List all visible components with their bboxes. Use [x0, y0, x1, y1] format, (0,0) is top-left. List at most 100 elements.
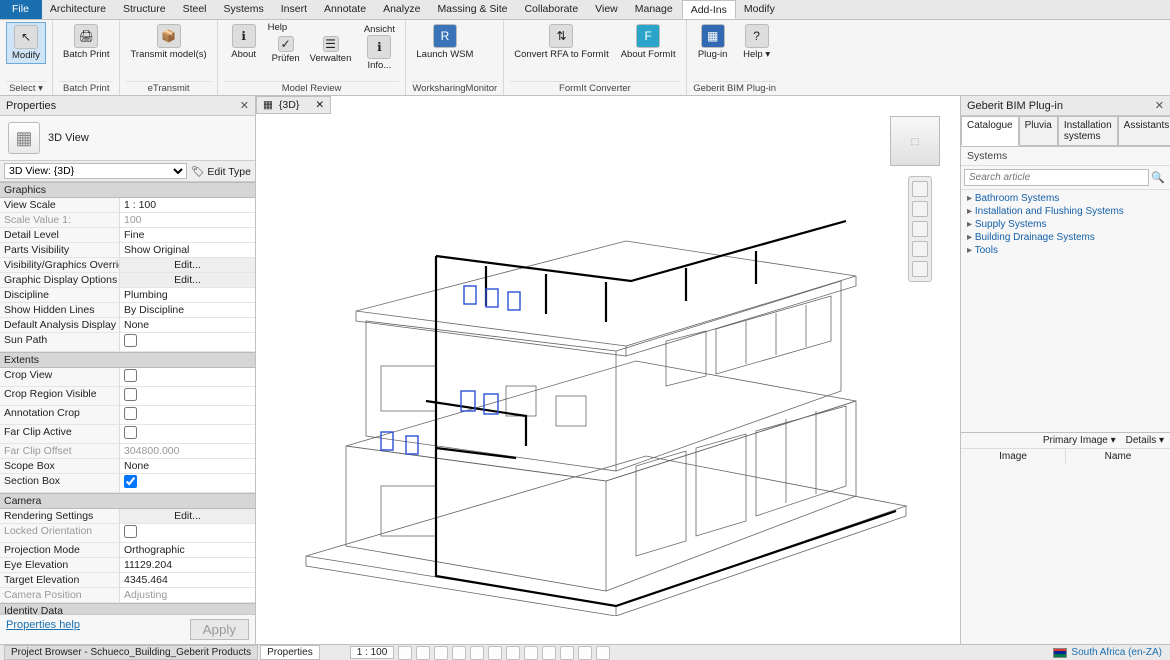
pan-icon[interactable]: [912, 201, 928, 217]
viewcontrol-icon[interactable]: [488, 646, 502, 660]
details-dropdown[interactable]: Details ▾: [1126, 435, 1164, 446]
view-cube[interactable]: ⬚: [890, 116, 940, 166]
group-identity-data[interactable]: Identity Data: [0, 603, 255, 614]
check-icon: ✓: [278, 36, 294, 52]
systems-tree: Bathroom Systems Installation and Flushi…: [961, 190, 1170, 259]
edit-type-button[interactable]: 🏷 Edit Type: [191, 165, 251, 178]
prufen-button[interactable]: ✓ Prüfen: [268, 34, 304, 66]
bottom-tab-project-browser[interactable]: Project Browser - Schueco_Building_Geber…: [4, 645, 258, 660]
close-icon[interactable]: ✕: [1155, 99, 1164, 112]
verwalten-button[interactable]: ☰ Verwalten: [306, 34, 356, 66]
view-type-icon: [8, 122, 40, 154]
modify-button[interactable]: ↖ Modify: [6, 22, 46, 64]
zoom-icon[interactable]: [912, 221, 928, 237]
launch-wsm-button[interactable]: R Launch WSM: [412, 22, 477, 62]
tab-assistants[interactable]: Assistants: [1118, 116, 1170, 146]
tab-systems[interactable]: Systems: [216, 0, 273, 19]
group-graphics[interactable]: Graphics: [0, 182, 255, 198]
checkbox[interactable]: [124, 407, 137, 420]
tab-manage[interactable]: Manage: [627, 0, 682, 19]
apply-button[interactable]: Apply: [190, 619, 249, 640]
tab-pluvia[interactable]: Pluvia: [1019, 116, 1058, 146]
prop-section-box: Section Box: [0, 474, 255, 493]
tab-analyze[interactable]: Analyze: [375, 0, 429, 19]
tab-massing-site[interactable]: Massing & Site: [429, 0, 516, 19]
tab-catalogue[interactable]: Catalogue: [961, 116, 1019, 146]
group-extents[interactable]: Extents: [0, 352, 255, 368]
view-scale-control[interactable]: 1 : 100: [350, 646, 395, 659]
about-formit-button[interactable]: F About FormIt: [617, 22, 680, 62]
prop-rendering-settings: Rendering SettingsEdit...: [0, 509, 255, 524]
3d-view-canvas[interactable]: ▦ {3D} ✕: [256, 96, 960, 644]
viewcontrol-icon[interactable]: [506, 646, 520, 660]
col-name: Name: [1066, 449, 1170, 464]
checkbox[interactable]: [124, 475, 137, 488]
tree-supply[interactable]: Supply Systems: [965, 218, 1166, 231]
tree-flushing[interactable]: Installation and Flushing Systems: [965, 205, 1166, 218]
tree-tools[interactable]: Tools: [965, 244, 1166, 257]
viewcontrol-icon[interactable]: [524, 646, 538, 660]
viewcontrol-icon[interactable]: [398, 646, 412, 660]
bottom-tab-properties[interactable]: Properties: [260, 645, 320, 660]
viewcontrol-icon[interactable]: [542, 646, 556, 660]
tab-collaborate[interactable]: Collaborate: [516, 0, 587, 19]
tab-structure[interactable]: Structure: [115, 0, 175, 19]
info-button[interactable]: Ansicht ℹ Info...: [359, 22, 399, 73]
prop-target-elevation: Target Elevation4345.464: [0, 573, 255, 588]
tab-view[interactable]: View: [587, 0, 627, 19]
viewcontrol-icon[interactable]: [434, 646, 448, 660]
status-bar: Project Browser - Schueco_Building_Geber…: [0, 644, 1170, 660]
tab-file[interactable]: File: [0, 0, 42, 19]
prop-scope-box: Scope BoxNone: [0, 459, 255, 474]
viewcontrol-icon[interactable]: [596, 646, 610, 660]
locale-indicator[interactable]: South Africa (en-ZA): [1053, 647, 1170, 658]
checkbox[interactable]: [124, 369, 137, 382]
view-tab[interactable]: ▦ {3D} ✕: [256, 96, 331, 114]
tree-drainage[interactable]: Building Drainage Systems: [965, 231, 1166, 244]
menu-bar: File Architecture Structure Steel System…: [0, 0, 1170, 20]
steering-wheel-icon[interactable]: [912, 181, 928, 197]
view-type-label: 3D View: [48, 132, 89, 144]
checkbox[interactable]: [124, 388, 137, 401]
instance-selector[interactable]: 3D View: {3D}: [4, 163, 187, 179]
viewcontrol-icon[interactable]: [560, 646, 574, 660]
properties-help-link[interactable]: Properties help: [6, 619, 80, 640]
help-dropdown[interactable]: ? Help ▾: [737, 22, 777, 62]
prop-crop-region-visible: Crop Region Visible: [0, 387, 255, 406]
batch-print-button[interactable]: 🖨 Batch Print: [59, 22, 113, 62]
viewcontrol-icon[interactable]: [416, 646, 430, 660]
plugin-button[interactable]: ▦ Plug-in: [693, 22, 733, 62]
lookaround-icon[interactable]: [912, 261, 928, 277]
viewcontrol-icon[interactable]: [578, 646, 592, 660]
tab-annotate[interactable]: Annotate: [316, 0, 375, 19]
tab-architecture[interactable]: Architecture: [42, 0, 115, 19]
viewcontrol-icon[interactable]: [452, 646, 466, 660]
checkbox[interactable]: [124, 334, 137, 347]
checkbox[interactable]: [124, 525, 137, 538]
tab-steel[interactable]: Steel: [175, 0, 216, 19]
convert-rfa-button[interactable]: ⇅ Convert RFA to FormIt: [510, 22, 613, 62]
col-image: Image: [961, 449, 1066, 464]
viewcontrol-icon[interactable]: [470, 646, 484, 660]
tab-installation[interactable]: Installation systems: [1058, 116, 1118, 146]
help-link[interactable]: Help: [268, 22, 356, 33]
help-icon: ?: [745, 24, 769, 48]
tab-insert[interactable]: Insert: [273, 0, 316, 19]
tab-modify[interactable]: Modify: [736, 0, 784, 19]
package-icon: 📦: [157, 24, 181, 48]
tab-addins[interactable]: Add-Ins: [682, 0, 736, 19]
prop-discipline: DisciplinePlumbing: [0, 288, 255, 303]
tree-bathroom[interactable]: Bathroom Systems: [965, 192, 1166, 205]
group-camera[interactable]: Camera: [0, 493, 255, 509]
primary-image-dropdown[interactable]: Primary Image ▾: [1043, 435, 1116, 446]
search-input[interactable]: [964, 169, 1149, 186]
ribbon-group-modelreview: ℹ About Help ✓ Prüfen ☰ Verwalten Ansi: [218, 20, 407, 95]
checkbox[interactable]: [124, 426, 137, 439]
search-icon[interactable]: 🔍: [1149, 169, 1167, 186]
cursor-icon: ↖: [14, 25, 38, 49]
about-button[interactable]: ℹ About: [224, 22, 264, 62]
close-icon[interactable]: ✕: [240, 99, 249, 112]
close-view-icon[interactable]: ✕: [315, 99, 324, 111]
orbit-icon[interactable]: [912, 241, 928, 257]
transmit-models-button[interactable]: 📦 Transmit model(s): [126, 22, 210, 62]
